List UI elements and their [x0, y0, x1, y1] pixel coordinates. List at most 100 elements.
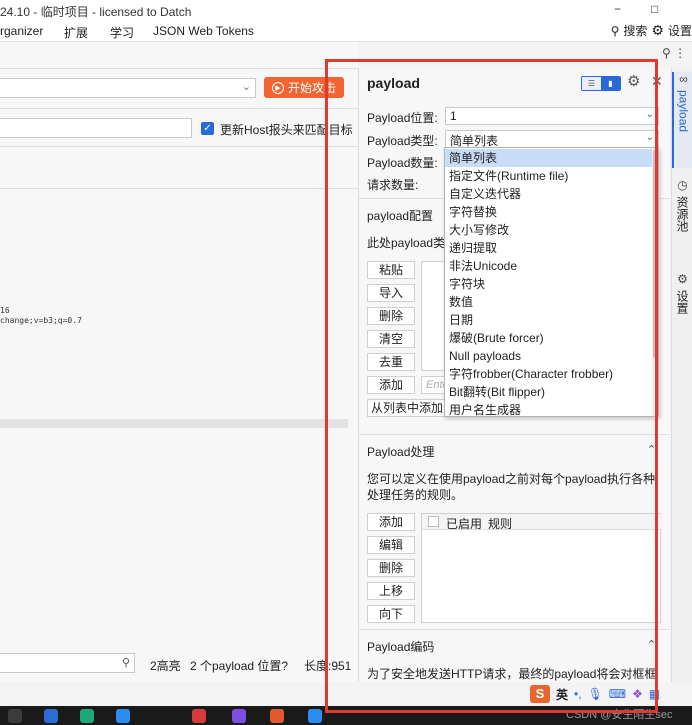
option-runtime-file[interactable]: 指定文件(Runtime file)	[445, 167, 653, 185]
search-icon[interactable]: ⚲	[122, 656, 130, 669]
add-button[interactable]: 添加	[367, 376, 415, 394]
tab-payload[interactable]: ∞ payload	[672, 72, 692, 168]
rules-col-rule: 规则	[488, 517, 513, 531]
option-brute-forcer[interactable]: 爆破(Brute forcer)	[445, 329, 653, 347]
rules-header: 已启用 规则	[422, 514, 662, 531]
delete-button[interactable]: 删除	[367, 307, 415, 325]
option-dates[interactable]: 日期	[445, 311, 653, 329]
panel-layout-icon[interactable]: ▮	[601, 77, 620, 90]
scrollbar-thumb[interactable]	[653, 150, 657, 358]
rules-table[interactable]: 已启用 规则	[421, 513, 662, 623]
payload-type-label: Payload类型:	[367, 134, 438, 148]
option-bit-flipper[interactable]: Bit翻转(Bit flipper)	[445, 383, 653, 401]
gear-icon[interactable]: ⚙	[651, 22, 664, 39]
option-numbers[interactable]: 数值	[445, 293, 653, 311]
menu-learn[interactable]: 学习	[110, 24, 134, 41]
option-char-substitution[interactable]: 字符替换	[445, 203, 653, 221]
dedupe-button[interactable]: 去重	[367, 353, 415, 371]
tab-settings[interactable]: ⚙ 设置	[672, 272, 692, 344]
rule-add-button[interactable]: 添加	[367, 513, 415, 531]
request-search-input[interactable]: ⚲	[0, 653, 135, 673]
grid-icon[interactable]: ▦	[649, 687, 660, 701]
search-icon[interactable]: ⚲ ⋮	[662, 46, 686, 60]
import-button[interactable]: 导入	[367, 284, 415, 302]
taskbar-app-icon[interactable]	[232, 709, 246, 723]
start-attack-button[interactable]: ▶ 开始攻击	[264, 77, 344, 98]
chevron-up-icon[interactable]: ⌃	[647, 443, 656, 456]
minimize-button[interactable]: −	[614, 2, 621, 16]
title-bar: 24.10 - 临时项目 - licensed to Datch − □	[0, 0, 692, 20]
option-illegal-unicode[interactable]: 非法Unicode	[445, 257, 653, 275]
payload-count-label: Payload数量:	[367, 156, 438, 170]
payload-position-label: Payload位置:	[367, 111, 438, 125]
add-from-list-button[interactable]: 从列表中添加...	[367, 399, 451, 417]
rule-down-button[interactable]: 向下	[367, 605, 415, 623]
option-username-generator[interactable]: 用户名生成器	[445, 401, 653, 419]
gear-icon: ⚙	[677, 272, 688, 286]
tab-resource-pool[interactable]: ◷ 资源池	[672, 178, 692, 258]
horizontal-scrollbar[interactable]	[0, 419, 348, 428]
side-tab-strip: ∞ payload ◷ 资源池 ⚙ 设置	[671, 68, 692, 682]
option-custom-iterator[interactable]: 自定义迭代器	[445, 185, 653, 203]
highlight-count: 2高亮	[150, 659, 181, 673]
maximize-button[interactable]: □	[651, 2, 658, 16]
update-host-label: 更新Host报头来匹配目标	[220, 123, 353, 137]
ime-lang[interactable]: 英	[556, 686, 568, 703]
option-recursive-grep[interactable]: 递归提取	[445, 239, 653, 257]
keyboard-icon[interactable]: ⌨	[609, 687, 626, 701]
payload-position-value: 1	[450, 109, 457, 123]
taskbar-app-icon[interactable]	[270, 709, 284, 723]
processing-title: Payload处理	[367, 445, 435, 459]
sogou-logo[interactable]: S	[530, 685, 550, 703]
payload-type-dropdown[interactable]: 简单列表 指定文件(Runtime file) 自定义迭代器 字符替换 大小写修…	[444, 147, 659, 417]
search-label[interactable]: 搜索	[623, 22, 647, 39]
paste-button[interactable]: 粘贴	[367, 261, 415, 279]
option-simple-list[interactable]: 简单列表	[445, 149, 653, 167]
chevron-down-icon: ⌄	[241, 81, 251, 93]
gear-icon[interactable]: ⚙	[627, 72, 640, 90]
option-case-modification[interactable]: 大小写修改	[445, 221, 653, 239]
menu-bar: rganizer 扩展 学习 JSON Web Tokens ⚲ 搜索 ⚙ 设置	[0, 20, 692, 42]
taskbar-app-icon[interactable]	[44, 709, 58, 723]
update-host-checkbox[interactable]: ✓	[201, 122, 214, 135]
list-layout-icon[interactable]: ☰	[582, 77, 601, 90]
chevron-down-icon: ⌄	[645, 132, 654, 143]
search-icon[interactable]: ⚲	[611, 24, 620, 38]
payload-position-select[interactable]: 1 ⌄	[445, 107, 659, 125]
payload-type-select[interactable]: 简单列表 ⌄	[445, 130, 659, 148]
rule-delete-button[interactable]: 删除	[367, 559, 415, 577]
window-title: 24.10 - 临时项目 - licensed to Datch	[0, 5, 192, 19]
dropdown-scrollbar[interactable]	[652, 148, 658, 416]
option-null-payloads[interactable]: Null payloads	[445, 347, 653, 365]
rule-edit-button[interactable]: 编辑	[367, 536, 415, 554]
taskbar-app-icon[interactable]	[116, 709, 130, 723]
tab-payload-label: payload	[676, 90, 691, 133]
skin-icon[interactable]: ❖	[632, 687, 643, 701]
link-icon: ∞	[679, 72, 688, 86]
option-character-frobber[interactable]: 字符frobber(Character frobber)	[445, 365, 653, 383]
microphone-icon[interactable]: 🎙	[588, 687, 603, 701]
tab-settings-label: 设置	[675, 290, 689, 314]
close-icon[interactable]: ✕	[651, 73, 663, 90]
menu-extensions[interactable]: 扩展	[64, 24, 88, 41]
taskbar-app-icon[interactable]	[308, 709, 322, 723]
option-character-blocks[interactable]: 字符块	[445, 275, 653, 293]
chevron-up-icon[interactable]: ⌃	[647, 638, 656, 651]
ime-toolbar[interactable]: S 英 •, 🎙 ⌨ ❖ ▦	[528, 682, 692, 706]
settings-label[interactable]: 设置	[668, 22, 692, 39]
taskbar-app-icon[interactable]	[192, 709, 206, 723]
clear-button[interactable]: 清空	[367, 330, 415, 348]
menu-organizer[interactable]: rganizer	[0, 24, 43, 38]
chevron-down-icon: ⌄	[645, 109, 654, 120]
menu-jwt[interactable]: JSON Web Tokens	[153, 24, 254, 38]
taskbar-app-icon[interactable]	[8, 709, 22, 723]
punctuation-icon[interactable]: •,	[574, 687, 582, 701]
target-select[interactable]: ⌄	[0, 78, 256, 98]
top-search[interactable]: ⚲ 搜索 ⚙ 设置	[611, 22, 692, 39]
enabled-checkbox[interactable]	[428, 516, 439, 527]
taskbar-app-icon[interactable]	[80, 709, 94, 723]
host-input[interactable]	[0, 118, 192, 138]
layout-toggle[interactable]: ☰ ▮	[581, 76, 621, 91]
rule-up-button[interactable]: 上移	[367, 582, 415, 600]
processing-desc: 您可以定义在使用payload之前对每个payload执行各种处理任务的规则。	[367, 472, 656, 502]
